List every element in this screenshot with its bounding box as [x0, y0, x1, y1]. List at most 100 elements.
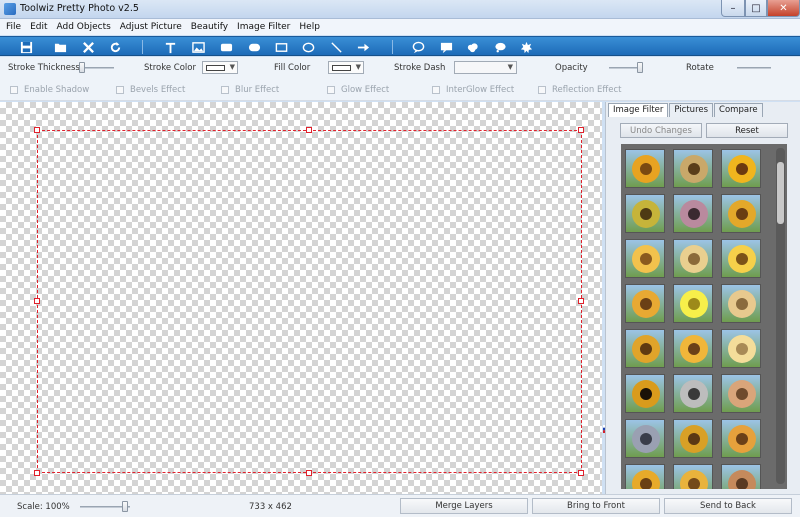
filter-thumbnail[interactable]: [721, 239, 761, 278]
pill-icon[interactable]: [246, 39, 262, 55]
filter-thumbnail[interactable]: [721, 374, 761, 413]
interglow-effect-checkbox[interactable]: InterGlow Effect: [432, 85, 514, 95]
open-folder-icon[interactable]: [52, 39, 68, 55]
menu-beautify[interactable]: Beautify: [191, 22, 228, 32]
resize-handle-top-left[interactable]: [34, 127, 40, 133]
filter-thumbnail[interactable]: [673, 374, 713, 413]
filter-thumbnail-grid: [625, 149, 761, 489]
callout-icon[interactable]: [438, 39, 454, 55]
filter-thumbnail[interactable]: [625, 194, 665, 233]
tab-image-filter[interactable]: Image Filter: [608, 103, 669, 117]
effects-bar: Enable Shadow Bevels Effect Blur Effect …: [0, 79, 800, 101]
line-icon[interactable]: [328, 39, 344, 55]
filter-thumbnail[interactable]: [673, 239, 713, 278]
menu-image-filter[interactable]: Image Filter: [237, 22, 290, 32]
filter-thumbnail[interactable]: [673, 329, 713, 368]
stroke-thickness-thumb[interactable]: [79, 62, 85, 73]
sunflower-center: [640, 388, 652, 400]
menu-adjust-picture[interactable]: Adjust Picture: [120, 22, 182, 32]
save-icon[interactable]: [18, 39, 34, 55]
filter-thumbnail[interactable]: [625, 464, 665, 489]
resize-handle-bottom-left[interactable]: [34, 470, 40, 476]
stroke-dash-select[interactable]: ▼: [454, 61, 517, 74]
selection-frame[interactable]: [37, 130, 582, 473]
send-to-back-button[interactable]: Send to Back: [664, 498, 792, 514]
thumbnail-scrollbar[interactable]: [776, 148, 785, 484]
filter-thumbnail[interactable]: [721, 329, 761, 368]
menu-edit[interactable]: Edit: [30, 22, 47, 32]
sunflower-center: [640, 343, 652, 355]
filter-thumbnail[interactable]: [721, 149, 761, 188]
filter-thumbnail[interactable]: [673, 419, 713, 458]
filter-thumbnail[interactable]: [625, 239, 665, 278]
reset-button[interactable]: Reset: [706, 123, 788, 138]
tab-compare[interactable]: Compare: [714, 103, 763, 117]
undo-changes-button[interactable]: Undo Changes: [620, 123, 702, 138]
checkbox-box[interactable]: [116, 86, 124, 94]
stroke-color-picker[interactable]: ▼: [202, 61, 238, 74]
blur-effect-checkbox[interactable]: Blur Effect: [221, 85, 279, 95]
window-title: Toolwiz Pretty Photo v2.5: [20, 3, 139, 14]
filter-thumbnail-list[interactable]: [621, 144, 787, 489]
checkbox-box[interactable]: [10, 86, 18, 94]
stroke-thickness-track[interactable]: [80, 67, 114, 69]
resize-handle-bottom-right[interactable]: [578, 470, 584, 476]
checkbox-box[interactable]: [538, 86, 546, 94]
resize-handle-bottom[interactable]: [306, 470, 312, 476]
text-icon[interactable]: [162, 39, 178, 55]
rotate-track[interactable]: [737, 67, 771, 69]
refresh-icon[interactable]: [107, 39, 123, 55]
blur-effect-label: Blur Effect: [235, 85, 280, 95]
filter-thumbnail[interactable]: [721, 194, 761, 233]
arrow-icon[interactable]: [355, 39, 371, 55]
speech-bubble-icon[interactable]: [410, 39, 426, 55]
bring-to-front-button[interactable]: Bring to Front: [532, 498, 660, 514]
enable-shadow-checkbox[interactable]: Enable Shadow: [10, 85, 89, 95]
filter-thumbnail[interactable]: [673, 464, 713, 489]
filter-thumbnail[interactable]: [625, 149, 665, 188]
filter-thumbnail[interactable]: [625, 284, 665, 323]
thought-bubble-icon[interactable]: [492, 39, 508, 55]
filter-thumbnail[interactable]: [673, 149, 713, 188]
cloud-icon[interactable]: [464, 39, 480, 55]
image-icon[interactable]: [190, 39, 206, 55]
filter-thumbnail[interactable]: [721, 284, 761, 323]
tab-pictures[interactable]: Pictures: [669, 103, 714, 117]
resize-handle-top-right[interactable]: [578, 127, 584, 133]
opacity-thumb[interactable]: [637, 62, 643, 73]
ellipse-icon[interactable]: [300, 39, 316, 55]
checkbox-box[interactable]: [221, 86, 229, 94]
checkbox-box[interactable]: [327, 86, 335, 94]
close-window-button[interactable]: ✕: [767, 0, 800, 17]
filter-thumbnail[interactable]: [721, 464, 761, 489]
menu-file[interactable]: File: [6, 22, 21, 32]
close-x-icon[interactable]: [80, 39, 96, 55]
checkbox-box[interactable]: [432, 86, 440, 94]
filter-thumbnail[interactable]: [721, 419, 761, 458]
rounded-rect-icon[interactable]: [218, 39, 234, 55]
menu-add-objects[interactable]: Add Objects: [57, 22, 111, 32]
bevels-effect-checkbox[interactable]: Bevels Effect: [116, 85, 185, 95]
splat-icon[interactable]: [518, 39, 534, 55]
resize-handle-right[interactable]: [578, 298, 584, 304]
scrollbar-thumb[interactable]: [777, 162, 784, 224]
menu-help[interactable]: Help: [299, 22, 320, 32]
resize-handle-left[interactable]: [34, 298, 40, 304]
filter-thumbnail[interactable]: [673, 194, 713, 233]
glow-effect-checkbox[interactable]: Glow Effect: [327, 85, 389, 95]
fill-color-picker[interactable]: ▼: [328, 61, 364, 74]
canvas[interactable]: [0, 102, 602, 494]
minimize-button[interactable]: –: [721, 0, 745, 17]
filter-thumbnail[interactable]: [625, 419, 665, 458]
filter-thumbnail[interactable]: [673, 284, 713, 323]
reflection-effect-checkbox[interactable]: Reflection Effect: [538, 85, 621, 95]
resize-handle-top[interactable]: [306, 127, 312, 133]
merge-layers-button[interactable]: Merge Layers: [400, 498, 528, 514]
maximize-button[interactable]: □: [745, 0, 767, 17]
filter-thumbnail[interactable]: [625, 374, 665, 413]
stroke-thickness-label: Stroke Thickness: [8, 63, 80, 73]
rectangle-icon[interactable]: [273, 39, 289, 55]
scale-slider-thumb[interactable]: [122, 501, 128, 512]
sunflower-center: [736, 343, 748, 355]
filter-thumbnail[interactable]: [625, 329, 665, 368]
